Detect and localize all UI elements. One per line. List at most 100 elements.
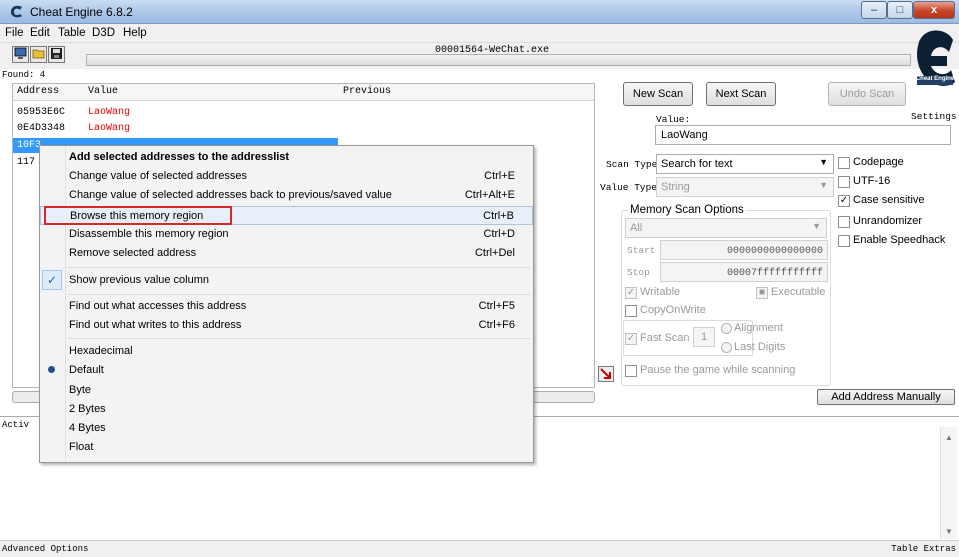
row-address: 05953E6C [17,107,66,118]
folder-open-icon [32,49,45,59]
cheat-engine-logo[interactable]: Cheat Engine [913,26,957,92]
start-address-input[interactable]: 0000000000000000 [660,240,828,260]
menu-item-find-writes[interactable]: Find out what writes to this address Ctr… [40,316,533,335]
advanced-options-link[interactable]: Advanced Options [2,544,88,554]
menu-item-disassemble-memory-region[interactable]: Disassemble this memory region Ctrl+D [40,225,533,244]
menu-item-remove-selected-address[interactable]: Remove selected address Ctrl+Del [40,244,533,263]
chevron-down-icon: ▼ [819,180,828,190]
row-value: LaoWang [88,107,131,118]
value-input[interactable]: LaoWang [655,125,951,145]
menu-item-float[interactable]: Float [40,438,533,457]
writable-checkbox[interactable]: ✓ [625,287,637,299]
menu-separator [68,267,530,268]
fast-scan-label: Fast Scan [640,332,690,344]
chevron-down-icon: ▼ [819,157,828,167]
fast-scan-checkbox[interactable]: ✓ [625,333,637,345]
menu-file[interactable]: File [5,27,24,39]
fast-scan-value: 1 [700,331,708,343]
cheat-engine-logo-icon [917,30,955,86]
menu-item-4-bytes[interactable]: 4 Bytes [40,419,533,438]
menu-item-change-value[interactable]: Change value of selected addresses Ctrl+… [40,167,533,186]
minimize-button[interactable]: – [861,1,887,19]
table-row[interactable]: 05953E6C LaoWang [13,105,338,120]
save-button[interactable] [48,46,65,63]
settings-link[interactable]: Settings [911,111,957,122]
stop-address-input[interactable]: 00007fffffffffff [660,262,828,282]
stop-label: Stop [627,267,650,278]
menu-item-show-previous-value-column[interactable]: ✓ Show previous value column [40,269,533,291]
unrandomizer-checkbox[interactable] [838,216,850,228]
menu-edit[interactable]: Edit [30,27,50,39]
last-digits-radio[interactable] [721,342,732,353]
case-sensitive-label: Case sensitive [853,194,925,206]
value-type-value: String [661,181,690,193]
menu-table[interactable]: Table [58,27,86,39]
memory-scan-options-title: Memory Scan Options [628,204,746,216]
menu-item-shortcut: Ctrl+F5 [478,300,515,312]
alignment-label: Alignment [734,322,783,334]
computer-icon [14,47,27,59]
menu-item-shortcut: Ctrl+Alt+E [464,189,515,201]
scan-type-value: Search for text [661,158,733,170]
memory-view-button[interactable] [598,366,614,382]
codepage-label: Codepage [853,156,904,168]
executable-checkbox[interactable]: ■ [756,287,768,299]
utf16-checkbox[interactable] [838,176,850,188]
table-row[interactable]: 0E4D3348 LaoWang [13,121,338,136]
window-title: Cheat Engine 6.8.2 [30,5,133,19]
writable-label: Writable [640,286,681,298]
scan-type-select[interactable]: Search for text ▼ [656,154,834,174]
menu-item-add-to-addresslist[interactable]: Add selected addresses to the addresslis… [40,148,533,167]
row-value: LaoWang [88,123,131,134]
unrandomizer-label: Unrandomizer [853,215,923,227]
menu-item-find-accesses[interactable]: Find out what accesses this address Ctrl… [40,297,533,316]
menu-item-change-value-back[interactable]: Change value of selected addresses back … [40,186,533,205]
next-scan-button[interactable]: Next Scan [706,82,776,106]
title-bar[interactable]: Cheat Engine 6.8.2 – □ x [0,0,959,24]
scroll-up-icon[interactable]: ▲ [945,433,953,442]
copyonwrite-checkbox[interactable] [625,305,637,317]
cheat-engine-app-icon [10,5,22,18]
open-file-button[interactable] [30,46,47,63]
memory-region-value: All [630,222,643,234]
undo-scan-button[interactable]: Undo Scan [828,82,906,106]
radio-selected-icon [48,366,55,373]
alignment-radio[interactable] [721,323,732,334]
close-button[interactable]: x [913,1,955,19]
found-count: Found: 4 [2,70,46,80]
menu-separator [68,338,530,339]
case-sensitive-checkbox[interactable]: ✓ [838,195,850,207]
new-scan-button[interactable]: New Scan [623,82,693,106]
codepage-checkbox[interactable] [838,157,850,169]
open-process-button[interactable] [12,46,29,63]
fast-scan-value-input[interactable]: 1 [693,327,715,347]
column-address[interactable]: Address [17,86,59,97]
add-address-manually-button[interactable]: Add Address Manually [817,389,955,405]
pause-game-checkbox[interactable] [625,365,637,377]
menu-item-byte[interactable]: Byte [40,381,533,400]
menu-help[interactable]: Help [123,27,147,39]
menu-d3d[interactable]: D3D [92,27,115,39]
column-previous[interactable]: Previous [343,86,391,97]
scroll-down-icon[interactable]: ▼ [945,527,953,536]
menu-item-default[interactable]: Default [40,361,533,380]
row-address: 0E4D3348 [17,123,66,134]
menu-item-shortcut: Ctrl+Del [474,247,515,259]
executable-label: Executable [771,286,826,298]
menu-item-label: Hexadecimal [69,345,133,357]
list-header: Address Value Previous [13,84,594,101]
memory-region-select[interactable]: All ▼ [625,218,827,238]
value-type-select[interactable]: String ▼ [656,177,834,197]
column-value[interactable]: Value [88,86,118,97]
menu-item-2-bytes[interactable]: 2 Bytes [40,400,533,419]
context-menu: Add selected addresses to the addresslis… [39,145,534,463]
enable-speedhack-checkbox[interactable] [838,235,850,247]
menu-item-label: Remove selected address [69,247,197,259]
table-extras-link[interactable]: Table Extras [891,544,956,554]
vertical-scrollbar[interactable]: ▲ ▼ [940,427,957,539]
maximize-button[interactable]: □ [887,1,913,19]
menu-item-hexadecimal[interactable]: Hexadecimal [40,342,533,361]
menu-item-label: Default [69,364,104,376]
menu-item-shortcut: Ctrl+F6 [478,319,515,331]
enable-speedhack-label: Enable Speedhack [853,234,946,246]
